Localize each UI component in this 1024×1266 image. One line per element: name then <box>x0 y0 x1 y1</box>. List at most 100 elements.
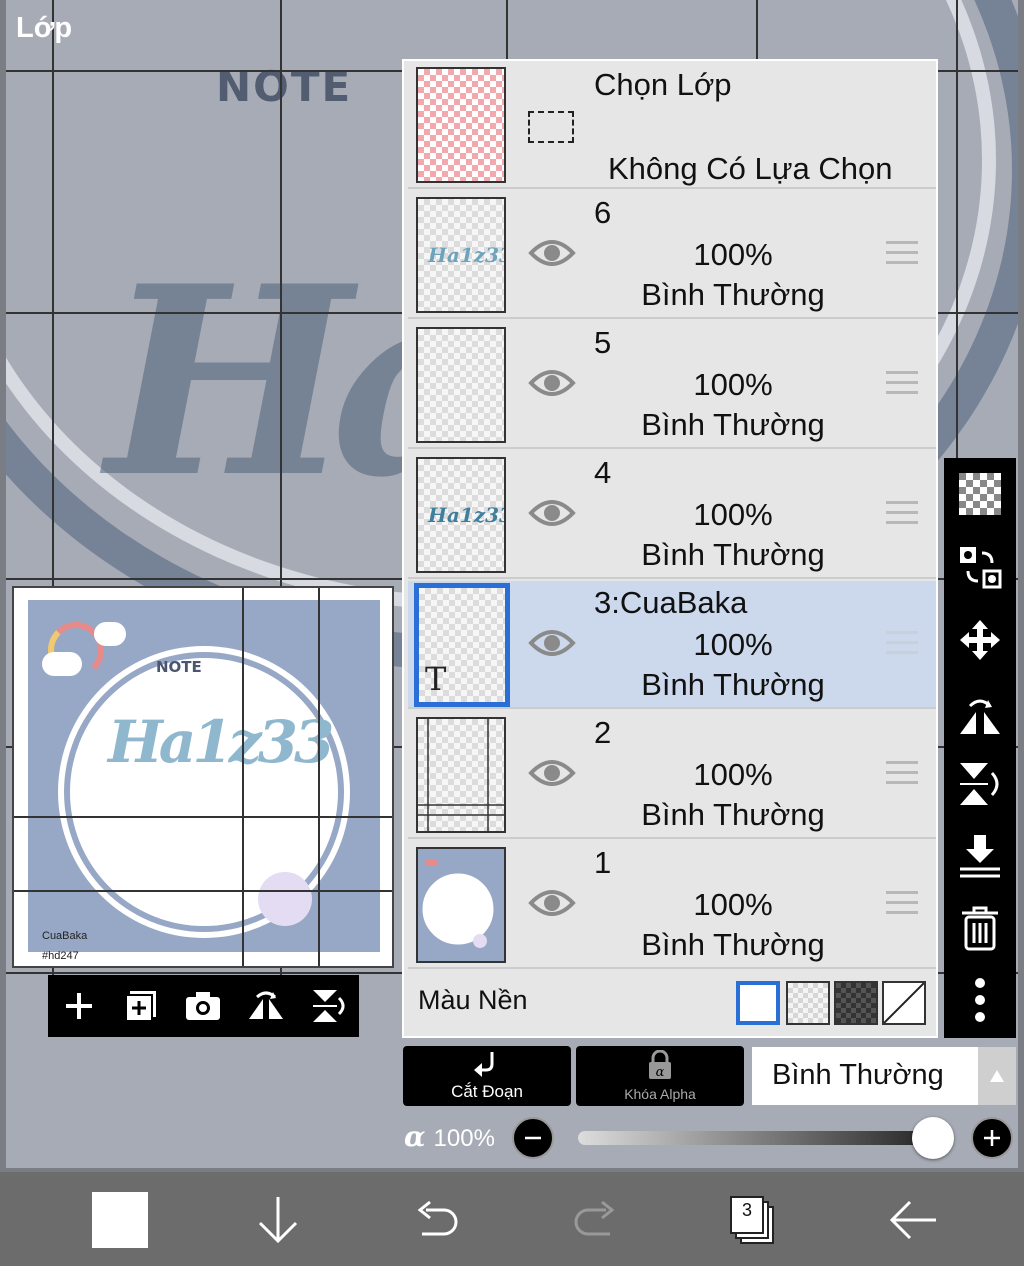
transparency-button[interactable] <box>954 468 1006 520</box>
eye-icon <box>528 240 576 266</box>
eye-icon <box>528 630 576 656</box>
layer-row-5[interactable]: 5 100% Bình Thường <box>408 321 936 449</box>
layer-row-3-selected[interactable]: T 3:CuaBaka 100% Bình Thường <box>408 581 936 709</box>
swap-button[interactable] <box>954 542 1006 594</box>
visibility-toggle[interactable] <box>528 755 576 796</box>
eye-icon <box>528 370 576 396</box>
artwork-thumbnail-icon <box>422 859 494 948</box>
bubble-decoration <box>258 872 312 926</box>
layer-name: 6 <box>594 195 612 230</box>
trash-icon <box>962 906 998 951</box>
add-layer-button[interactable] <box>57 984 101 1028</box>
layer-opacity: 100% <box>693 367 773 402</box>
blend-mode-select[interactable]: Bình Thường <box>752 1047 978 1105</box>
flip-vertical-icon <box>312 990 345 1022</box>
lock-icon: α <box>649 1049 671 1080</box>
selection-layer-row[interactable]: Chọn Lớp Không Có Lựa Chọn <box>408 61 936 189</box>
swap-icon <box>960 547 1002 589</box>
clip-arrow-icon <box>474 1052 494 1077</box>
grid-thumbnail-icon <box>418 719 504 831</box>
flip-horizontal-button[interactable] <box>244 984 288 1028</box>
layers-button[interactable]: 3 <box>730 1188 778 1252</box>
layer-opacity: 100% <box>693 627 773 662</box>
visibility-toggle[interactable] <box>528 495 576 536</box>
drag-handle-icon[interactable] <box>886 761 918 791</box>
drag-handle-icon[interactable] <box>886 891 918 921</box>
cloud-icon <box>94 622 126 646</box>
visibility-toggle[interactable] <box>528 885 576 926</box>
layer-row-6[interactable]: Ha1z33 6 100% Bình Thường <box>408 191 936 319</box>
move-button[interactable] <box>954 614 1006 666</box>
visibility-toggle[interactable] <box>528 235 576 276</box>
drag-handle-icon[interactable] <box>886 501 918 531</box>
drag-handle-icon[interactable] <box>886 371 918 401</box>
triangle-up-icon <box>990 1070 1004 1082</box>
visibility-toggle[interactable] <box>528 365 576 406</box>
current-color-swatch <box>92 1192 148 1248</box>
merge-down-button[interactable] <box>954 830 1006 882</box>
layer-blend-mode: Bình Thường <box>641 927 825 962</box>
cloud-icon <box>42 652 82 676</box>
layer-row-2[interactable]: 2 100% Bình Thường <box>408 711 936 839</box>
opacity-readout: α 100% <box>404 1120 495 1153</box>
download-button[interactable] <box>256 1188 300 1252</box>
blend-mode-dropdown-button[interactable] <box>978 1047 1016 1105</box>
redo-button[interactable] <box>572 1188 618 1252</box>
bg-swatch-checker[interactable] <box>786 981 830 1025</box>
layer-name: 1 <box>594 845 612 880</box>
opacity-slider-knob[interactable] <box>912 1117 954 1159</box>
clipping-button[interactable]: Cắt Đoạn <box>403 1046 571 1106</box>
undo-button[interactable] <box>414 1188 460 1252</box>
drag-handle-icon[interactable] <box>886 631 918 661</box>
flip-horizontal-tool[interactable] <box>954 690 1006 742</box>
visibility-toggle[interactable] <box>528 625 576 666</box>
camera-button[interactable] <box>181 984 225 1028</box>
no-color-icon <box>883 982 925 1024</box>
plus-icon <box>66 993 93 1019</box>
layer-name: 2 <box>594 715 612 750</box>
layer-blend-mode: Bình Thường <box>641 407 825 442</box>
preview-grid-line <box>14 816 392 818</box>
delete-layer-button[interactable] <box>954 902 1006 954</box>
layer-thumbnail <box>416 847 506 963</box>
flip-vertical-icon <box>960 763 999 805</box>
alpha-lock-button[interactable]: α Khóa Alpha <box>576 1046 744 1106</box>
signature-tag: #hd247 <box>42 950 79 962</box>
drag-handle-icon[interactable] <box>886 241 918 271</box>
layer-blend-mode: Bình Thường <box>641 537 825 572</box>
opacity-slider[interactable] <box>578 1131 938 1145</box>
layer-name: 5 <box>594 325 612 360</box>
canvas-preview[interactable]: NOTE Ha1z33 CuaBaka #hd247 <box>12 586 394 968</box>
opacity-increase-button[interactable] <box>971 1117 1013 1159</box>
back-button[interactable] <box>888 1188 938 1252</box>
eye-icon <box>528 890 576 916</box>
bg-swatch-none[interactable] <box>882 981 926 1025</box>
redo-icon <box>574 1200 615 1236</box>
layer-thumbnail: Ha1z33 <box>416 197 506 313</box>
layer-thumbnail <box>416 717 506 833</box>
flip-vertical-tool[interactable] <box>954 758 1006 810</box>
flip-vertical-button[interactable] <box>306 984 350 1028</box>
layer-row-4[interactable]: Ha1z33 4 100% Bình Thường <box>408 451 936 579</box>
clipping-label: Cắt Đoạn <box>451 1082 523 1101</box>
color-button[interactable] <box>92 1188 148 1252</box>
minus-icon <box>525 1136 541 1140</box>
duplicate-icon <box>125 991 157 1022</box>
duplicate-layer-button[interactable] <box>119 984 163 1028</box>
layer-name: 4 <box>594 455 612 490</box>
eye-icon <box>528 760 576 786</box>
layer-row-1[interactable]: 1 100% Bình Thường <box>408 841 936 969</box>
bg-swatch-dark-checker[interactable] <box>834 981 878 1025</box>
flip-horizontal-icon <box>248 991 283 1019</box>
selection-status: Không Có Lựa Chọn <box>608 151 893 186</box>
bg-swatch-white[interactable] <box>736 981 780 1025</box>
selection-title: Chọn Lớp <box>594 67 732 102</box>
layer-thumbnail: T <box>414 583 510 707</box>
opacity-decrease-button[interactable] <box>512 1117 554 1159</box>
alpha-symbol: α <box>404 1120 426 1153</box>
layer-blend-mode: Bình Thường <box>641 797 825 832</box>
more-options-button[interactable] <box>954 974 1006 1026</box>
marquee-icon <box>528 111 574 143</box>
layers-panel: Chọn Lớp Không Có Lựa Chọn Ha1z33 6 100%… <box>402 59 938 1038</box>
layer-opacity: 100% <box>693 497 773 532</box>
